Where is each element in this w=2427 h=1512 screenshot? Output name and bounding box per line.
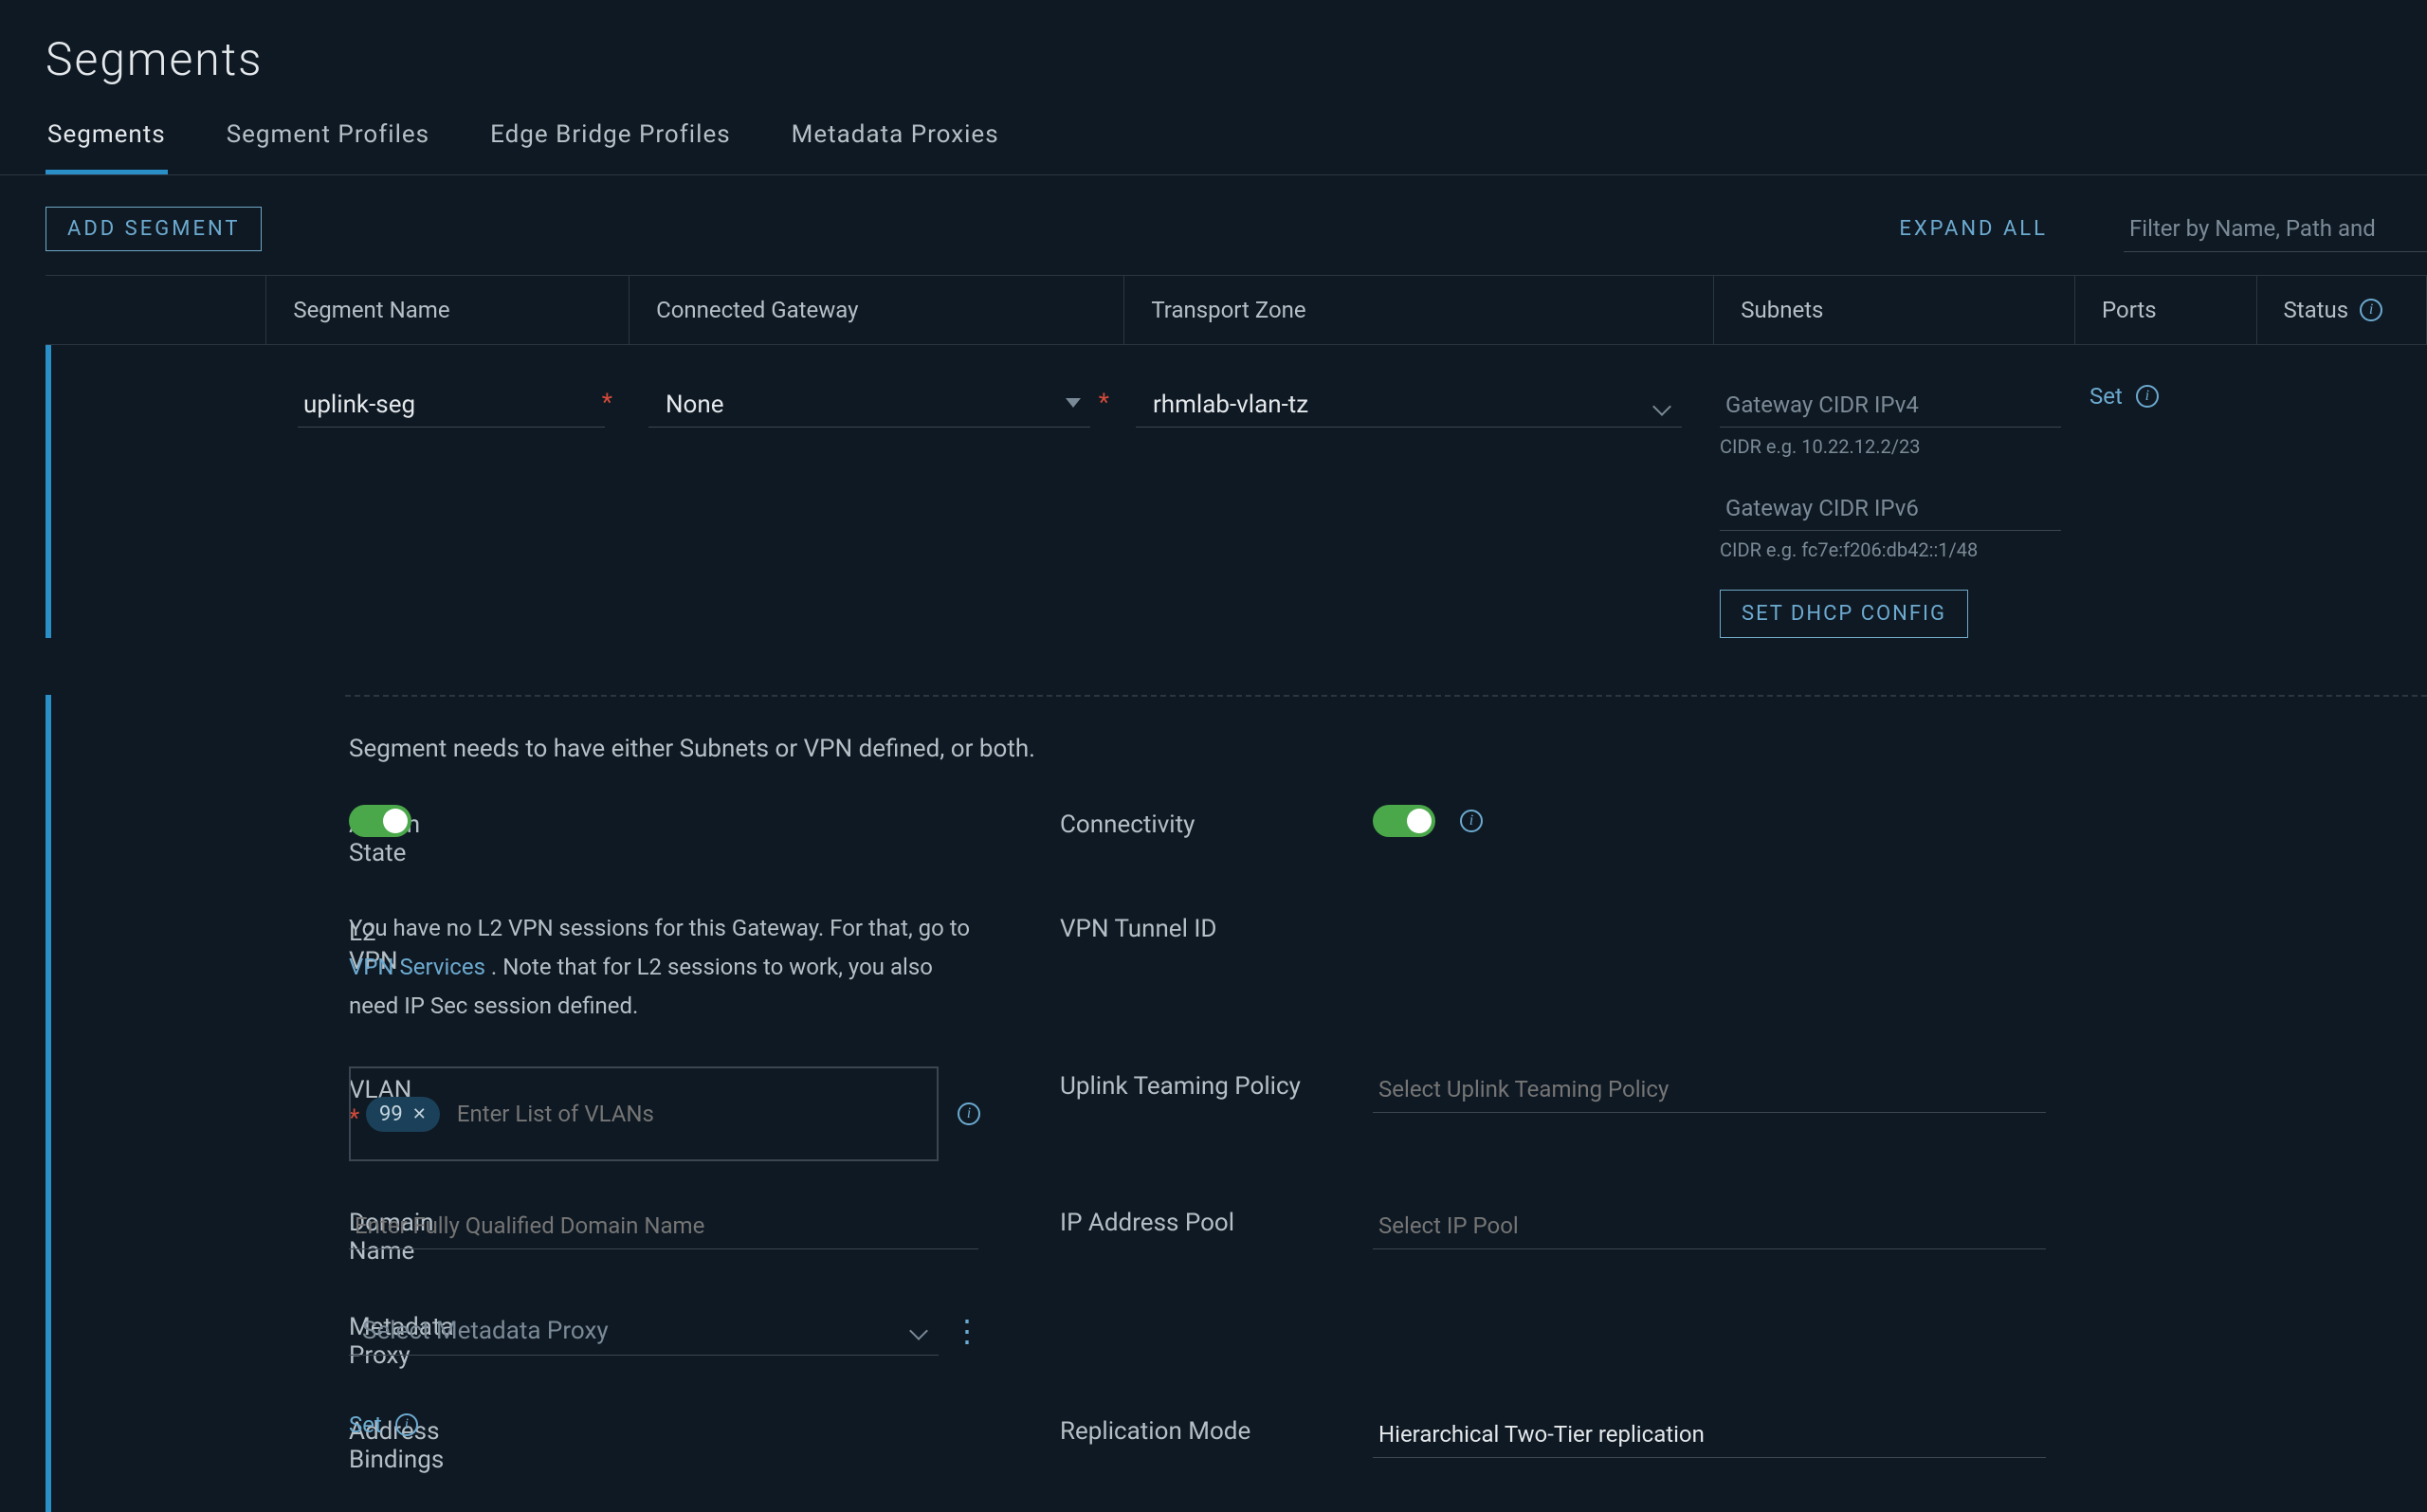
tab-segments[interactable]: Segments: [46, 111, 168, 174]
col-status-label: Status: [2284, 297, 2349, 323]
ports-set-label: Set: [2089, 383, 2123, 410]
ip-address-pool-select[interactable]: [1373, 1203, 2046, 1249]
tab-metadata-proxies[interactable]: Metadata Proxies: [790, 111, 1001, 174]
connected-gateway-select[interactable]: None: [648, 383, 1090, 428]
segment-name-input[interactable]: [298, 383, 605, 428]
vlan-list-input[interactable]: [457, 1101, 922, 1127]
tabs: Segments Segment Profiles Edge Bridge Pr…: [0, 111, 2427, 175]
col-status: Status i: [2257, 276, 2427, 344]
required-icon: *: [602, 389, 612, 417]
ipv6-hint: CIDR e.g. fc7e:f206:db42::1/48: [1720, 537, 2061, 563]
replication-mode-label: Replication Mode: [1060, 1412, 1373, 1446]
connectivity-label: Connectivity: [1060, 805, 1373, 839]
divider: [345, 695, 2427, 697]
set-dhcp-config-button[interactable]: SET DHCP CONFIG: [1720, 590, 1968, 638]
admin-state-toggle[interactable]: [349, 805, 411, 837]
address-bindings-label: Address Bindings: [51, 1412, 349, 1474]
metadata-proxy-label: Metadata Proxy: [51, 1307, 349, 1370]
vpn-tunnel-id-label: VPN Tunnel ID: [1060, 909, 1373, 943]
col-expand: [46, 276, 266, 344]
expand-all-button[interactable]: EXPAND ALL: [1899, 217, 2048, 241]
ports-set-link[interactable]: Set i: [2089, 383, 2159, 410]
uplink-teaming-policy-select[interactable]: [1373, 1066, 2046, 1113]
vlan-chip-value: 99: [379, 1102, 403, 1126]
col-segment-name: Segment Name: [266, 276, 630, 344]
col-connected-gateway: Connected Gateway: [630, 276, 1124, 344]
connectivity-toggle[interactable]: [1373, 805, 1435, 837]
l2vpn-message: You have no L2 VPN sessions for this Gat…: [349, 909, 975, 1025]
l2vpn-label: L2 VPN: [51, 909, 349, 975]
tab-edge-bridge-profiles[interactable]: Edge Bridge Profiles: [488, 111, 733, 174]
vlan-chip[interactable]: 99 ✕: [366, 1097, 440, 1132]
metadata-proxy-more-icon[interactable]: ⋮: [952, 1322, 982, 1340]
segment-settings: Admin State Connectivity i L2 VPN You ha…: [51, 805, 2427, 1512]
status-info-icon[interactable]: i: [2360, 299, 2382, 321]
transport-zone-select[interactable]: rhmlab-vlan-tz: [1136, 383, 1682, 428]
vpn-services-link[interactable]: VPN Services: [349, 954, 485, 980]
gateway-cidr-ipv4-input[interactable]: [1720, 383, 2061, 428]
admin-state-label: Admin State: [51, 805, 349, 867]
col-subnets: Subnets: [1714, 276, 2075, 344]
required-icon: *: [1099, 389, 1109, 417]
address-bindings-set-label: Set: [349, 1412, 382, 1438]
ipv4-hint: CIDR e.g. 10.22.12.2/23: [1720, 433, 2061, 460]
replication-mode-select[interactable]: [1373, 1412, 2046, 1458]
domain-name-input[interactable]: [349, 1203, 978, 1249]
connectivity-info-icon[interactable]: i: [1460, 810, 1483, 832]
segments-grid: Segment Name Connected Gateway Transport…: [46, 275, 2427, 638]
vlan-label: VLAN *: [51, 1066, 349, 1133]
grid-header: Segment Name Connected Gateway Transport…: [46, 275, 2427, 345]
add-segment-button[interactable]: ADD SEGMENT: [46, 207, 262, 251]
toolbar: ADD SEGMENT EXPAND ALL: [0, 175, 2427, 275]
col-ports: Ports: [2075, 276, 2256, 344]
ports-info-icon[interactable]: i: [2136, 385, 2159, 408]
vlan-chip-remove-icon[interactable]: ✕: [412, 1104, 427, 1124]
vlan-info-icon[interactable]: i: [958, 1102, 980, 1125]
vlan-input-box[interactable]: 99 ✕: [349, 1066, 939, 1161]
ip-address-pool-label: IP Address Pool: [1060, 1203, 1373, 1237]
l2vpn-text-1: You have no L2 VPN sessions for this Gat…: [349, 915, 970, 941]
domain-name-label: Domain Name: [51, 1203, 349, 1266]
tab-segment-profiles[interactable]: Segment Profiles: [225, 111, 431, 174]
segment-helper-text: Segment needs to have either Subnets or …: [51, 735, 2427, 763]
page-title: Segments: [0, 0, 2427, 111]
address-bindings-set-link[interactable]: Set i: [349, 1412, 418, 1438]
metadata-proxy-select[interactable]: Select Metadata Proxy: [349, 1307, 939, 1356]
gateway-cidr-ipv6-input[interactable]: [1720, 486, 2061, 531]
chevron-down-icon: [1066, 398, 1081, 408]
col-transport-zone: Transport Zone: [1124, 276, 1714, 344]
uplink-teaming-policy-label: Uplink Teaming Policy: [1060, 1066, 1373, 1101]
address-bindings-info-icon[interactable]: i: [395, 1413, 418, 1436]
filter-input[interactable]: [2124, 206, 2427, 252]
segment-edit-row: * None * rhmlab-vlan-tz CIDR e.g. 10.22.…: [46, 345, 2427, 638]
